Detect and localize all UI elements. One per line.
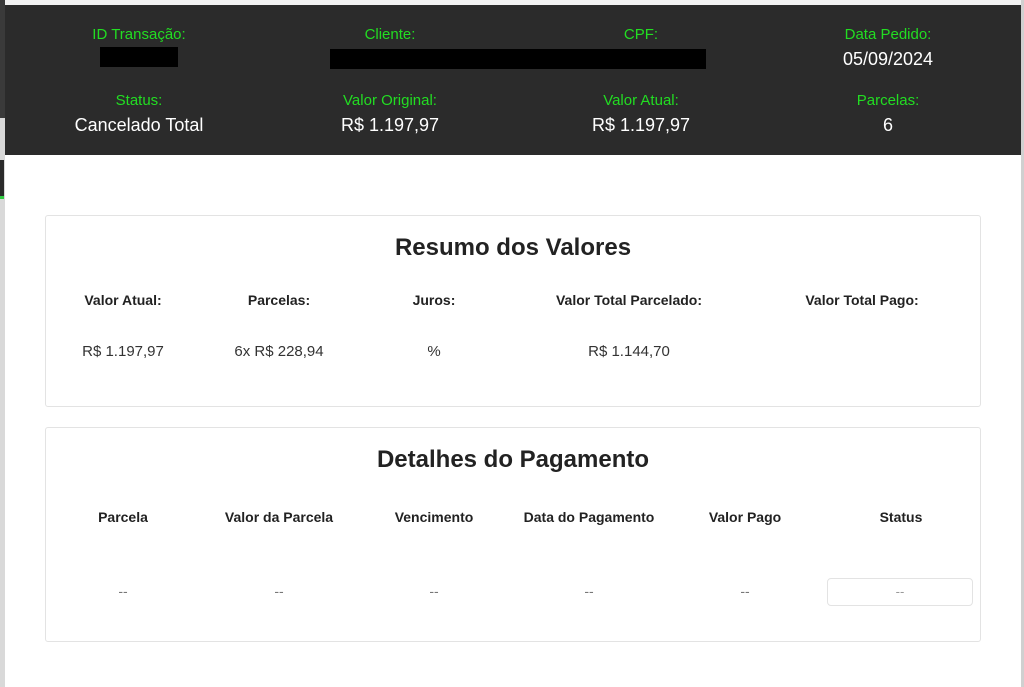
- valor-original-field: Valor Original: R$ 1.197,97: [270, 92, 510, 136]
- data-pedido-field: Data Pedido: 05/09/2024: [768, 26, 1008, 70]
- parcelas-label: Parcelas:: [856, 92, 920, 109]
- detalhes-col-parcela: Parcela: [98, 509, 148, 525]
- id-transacao-label: ID Transação:: [92, 26, 186, 43]
- resumo-col-valor-total-pago: Valor Total Pago:: [805, 292, 919, 308]
- table-cell-vencimento: --: [429, 583, 439, 599]
- resumo-col-juros: Juros:: [412, 292, 456, 308]
- table-cell-status-badge: --: [827, 578, 973, 606]
- status-value: Cancelado Total: [74, 115, 204, 135]
- cliente-cpf-redacted: [330, 49, 706, 69]
- resumo-valores-title: Resumo dos Valores: [394, 234, 632, 261]
- table-cell-valor-parcela: --: [274, 583, 284, 599]
- cliente-label: Cliente:: [364, 26, 416, 43]
- detalhes-pagamento-title: Detalhes do Pagamento: [376, 446, 650, 473]
- resumo-valor-atual-value: R$ 1.197,97: [82, 343, 164, 360]
- detalhes-col-valor-pago: Valor Pago: [708, 509, 782, 525]
- detalhes-col-data-pagamento: Data do Pagamento: [523, 509, 655, 525]
- parcelas-value: 6: [882, 115, 893, 135]
- detalhes-col-valor-parcela: Valor da Parcela: [224, 509, 334, 525]
- table-cell-parcela: --: [118, 583, 128, 599]
- detalhes-col-status: Status: [879, 509, 923, 525]
- table-cell-valor-pago: --: [740, 583, 750, 599]
- resumo-parcelas-value: 6x R$ 228,94: [234, 343, 324, 360]
- transaction-detail-modal: ID Transação: Cliente: CPF: Data Pedido:…: [5, 5, 1021, 687]
- transaction-header: ID Transação: Cliente: CPF: Data Pedido:…: [5, 5, 1021, 155]
- detalhes-col-vencimento: Vencimento: [394, 509, 474, 525]
- background-dark-block: [0, 160, 4, 196]
- resumo-juros-value: %: [427, 343, 441, 360]
- resumo-valores-card: Resumo dos Valores Valor Atual: Parcelas…: [45, 215, 981, 407]
- status-label: Status:: [115, 92, 163, 109]
- data-pedido-value: 05/09/2024: [842, 49, 934, 69]
- valor-atual-field: Valor Atual: R$ 1.197,97: [521, 92, 761, 136]
- valor-original-value: R$ 1.197,97: [340, 115, 440, 135]
- resumo-col-parcelas: Parcelas:: [247, 292, 311, 308]
- id-transacao-field: ID Transação:: [19, 26, 259, 72]
- cliente-field: Cliente:: [270, 26, 510, 44]
- table-cell-data-pagamento: --: [584, 583, 594, 599]
- valor-atual-value: R$ 1.197,97: [591, 115, 691, 135]
- detalhes-pagamento-card: Detalhes do Pagamento Parcela Valor da P…: [45, 427, 981, 642]
- background-green-line: [0, 196, 4, 199]
- resumo-col-valor-atual: Valor Atual:: [84, 292, 162, 308]
- resumo-col-valor-total-parcelado: Valor Total Parcelado:: [555, 292, 702, 308]
- valor-atual-label: Valor Atual:: [603, 92, 679, 109]
- valor-original-label: Valor Original:: [343, 92, 437, 109]
- cpf-field: CPF:: [521, 26, 761, 44]
- resumo-valor-total-parcelado-value: R$ 1.144,70: [588, 343, 670, 360]
- parcelas-field: Parcelas: 6: [768, 92, 1008, 136]
- data-pedido-label: Data Pedido:: [844, 26, 932, 43]
- id-transacao-redacted: [100, 47, 178, 67]
- status-field: Status: Cancelado Total: [19, 92, 259, 136]
- cpf-label: CPF:: [623, 26, 659, 43]
